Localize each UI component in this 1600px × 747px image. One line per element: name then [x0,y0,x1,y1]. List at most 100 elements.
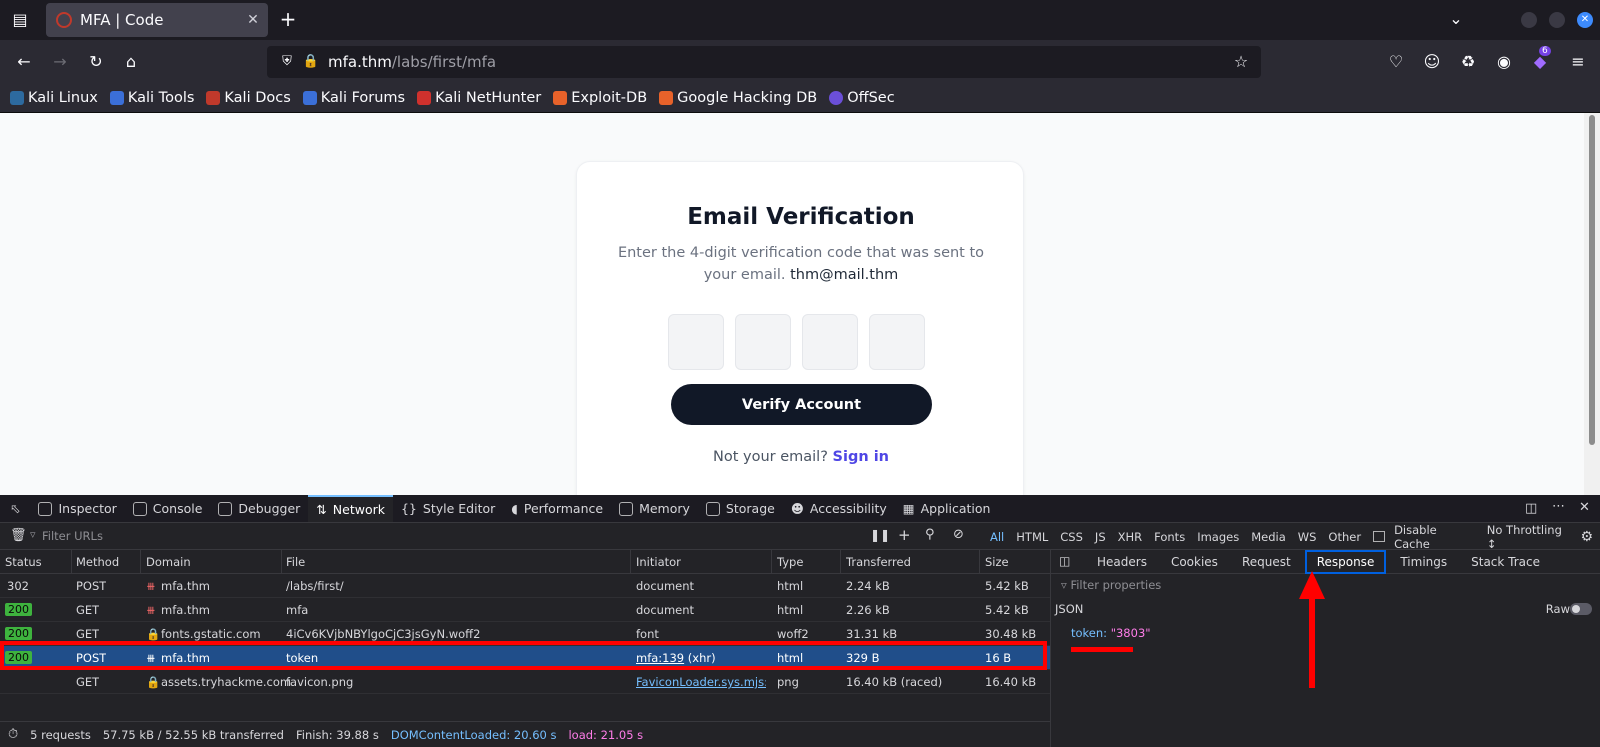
row-method: POST [76,651,107,665]
table-row[interactable]: 200 GET ⧻ mfa.thm mfa document html 2.26… [0,598,1050,622]
pocket-icon[interactable]: ♡ [1386,52,1406,72]
nethunter-icon [417,91,432,105]
filter-urls-input[interactable]: Filter URLs [42,529,103,543]
col-transferred[interactable]: Transferred [846,555,911,569]
raw-toggle[interactable] [1570,603,1592,615]
tab-request[interactable]: Request [1232,552,1301,572]
tab-headers[interactable]: Headers [1087,552,1157,572]
col-size[interactable]: Size [985,555,1009,569]
shield-icon[interactable]: ⛨ [277,52,297,72]
verification-description: Enter the 4-digit verification code that… [617,245,985,283]
tab-response[interactable]: Response [1304,549,1387,574]
chevron-down-icon[interactable]: ⌄ [1446,9,1466,29]
col-status[interactable]: Status [5,555,42,569]
bookmark-kali-nethunter[interactable]: Kali NetHunter [417,90,541,106]
filter-images[interactable]: Images [1192,528,1244,546]
new-tab-icon[interactable]: + [276,9,300,29]
more-options-icon[interactable]: ⋯ [1552,499,1565,514]
tab-style-editor[interactable]: {} Style Editor [393,495,503,522]
home-icon[interactable]: ⌂ [121,52,141,72]
col-initiator[interactable]: Initiator [636,555,681,569]
maximize-button[interactable] [1549,12,1565,28]
bookmark-offsec[interactable]: OffSec [829,90,895,106]
tab-memory[interactable]: Memory [611,495,698,522]
table-row-selected[interactable]: 200 POST ⧻ mfa.thm token mfa:139 (xhr) h… [0,646,1050,670]
window-close-button[interactable]: ✕ [1577,12,1593,28]
filter-ws[interactable]: WS [1293,528,1322,546]
search-icon[interactable]: ⚲ [925,527,935,542]
settings-gear-icon[interactable]: ⚙ [1575,527,1598,547]
bookmark-kali-docs[interactable]: Kali Docs [206,90,291,106]
throttling-select[interactable]: No Throttling ↕ [1482,521,1574,553]
tab-stack-trace[interactable]: Stack Trace [1461,552,1550,572]
stopwatch-icon[interactable]: ⏱ [8,727,18,742]
trash-icon[interactable]: 🗑 [10,528,27,543]
tab-list-icon[interactable]: ▤ [10,10,30,30]
insecure-icon: ⧻ [146,579,156,593]
block-icon[interactable]: ⊘ [953,527,964,542]
tab-inspector[interactable]: Inspector [30,495,124,522]
browser-tab[interactable]: MFA | Code ✕ [46,3,268,37]
tab-performance[interactable]: ◖ Performance [503,495,611,522]
menu-icon[interactable]: ≡ [1568,52,1588,72]
filter-xhr[interactable]: XHR [1113,528,1148,546]
row-initiator[interactable]: mfa:139 (xhr) [636,651,716,665]
add-icon[interactable]: + [898,526,911,544]
bookmark-star-icon[interactable]: ☆ [1231,52,1251,72]
filter-css[interactable]: CSS [1055,528,1088,546]
bookmark-exploit-db[interactable]: Exploit-DB [553,90,647,106]
lock-icon[interactable]: 🔒 [301,52,321,72]
table-row[interactable]: 200 GET 🔒 fonts.gstatic.com 4iCv6KVjbNBY… [0,622,1050,646]
bookmark-kali-tools[interactable]: Kali Tools [109,90,194,106]
tab-console[interactable]: Console [125,495,211,522]
extension-fox-icon[interactable]: ◉ [1494,52,1514,72]
page-scrollbar[interactable] [1584,113,1600,495]
filter-all[interactable]: All [985,528,1009,546]
account-icon[interactable]: ☺ [1422,52,1442,72]
initiator-link[interactable]: mfa:139 [636,651,684,665]
tab-timings[interactable]: Timings [1390,552,1457,572]
minimize-button[interactable] [1521,12,1537,28]
table-row[interactable]: GET 🔒 assets.tryhackme.com favicon.png F… [0,670,1050,694]
col-type[interactable]: Type [777,555,803,569]
col-file[interactable]: File [286,555,305,569]
bookmark-kali-forums[interactable]: Kali Forums [302,90,405,106]
forward-icon[interactable]: → [50,52,70,72]
extensions-icon[interactable]: ♻ [1458,52,1478,72]
filter-media[interactable]: Media [1246,528,1291,546]
sign-in-link[interactable]: Sign in [833,449,889,465]
url-text[interactable]: mfa.thm/labs/first/mfa [328,53,496,71]
code-digit-1-input[interactable] [668,314,724,370]
col-method[interactable]: Method [76,555,119,569]
filter-fonts[interactable]: Fonts [1149,528,1190,546]
tab-storage[interactable]: Storage [698,495,783,522]
table-row[interactable]: 302 POST ⧻ mfa.thm /labs/first/ document… [0,574,1050,598]
tab-debugger[interactable]: Debugger [210,495,308,522]
dock-side-icon[interactable]: ◫ [1525,501,1537,516]
filter-html[interactable]: HTML [1011,528,1053,546]
col-domain[interactable]: Domain [146,555,191,569]
bookmark-kali-linux[interactable]: Kali Linux [10,90,98,106]
filter-properties-input[interactable]: ▿ Filter properties [1061,578,1161,592]
bookmark-google-hacking-db[interactable]: Google Hacking DB [659,90,817,106]
close-devtools-icon[interactable]: ✕ [1579,500,1590,515]
reload-icon[interactable]: ↻ [86,52,106,72]
code-digit-4-input[interactable] [869,314,925,370]
back-icon[interactable]: ← [14,52,34,72]
tab-accessibility[interactable]: ☻ Accessibility [783,495,895,522]
verify-account-button[interactable]: Verify Account [671,384,932,425]
initiator-link[interactable]: FaviconLoader.sys.mjs:1... [636,675,766,689]
filter-js[interactable]: JS [1090,528,1111,546]
scrollbar-thumb[interactable] [1589,115,1595,445]
close-tab-icon[interactable]: ✕ [242,12,264,28]
filter-other[interactable]: Other [1323,528,1366,546]
pause-icon[interactable]: ❚❚ [870,528,890,542]
tab-application[interactable]: ▦ Application [895,495,999,522]
element-picker-icon[interactable]: ⬁ [0,495,30,522]
code-digit-3-input[interactable] [802,314,858,370]
url-bar[interactable]: ⛨ 🔒 mfa.thm/labs/first/mfa ☆ [267,46,1261,78]
row-domain: fonts.gstatic.com [161,627,261,641]
code-digit-2-input[interactable] [735,314,791,370]
tab-cookies[interactable]: Cookies [1161,552,1228,572]
tab-network[interactable]: ⇅ Network [308,495,393,522]
